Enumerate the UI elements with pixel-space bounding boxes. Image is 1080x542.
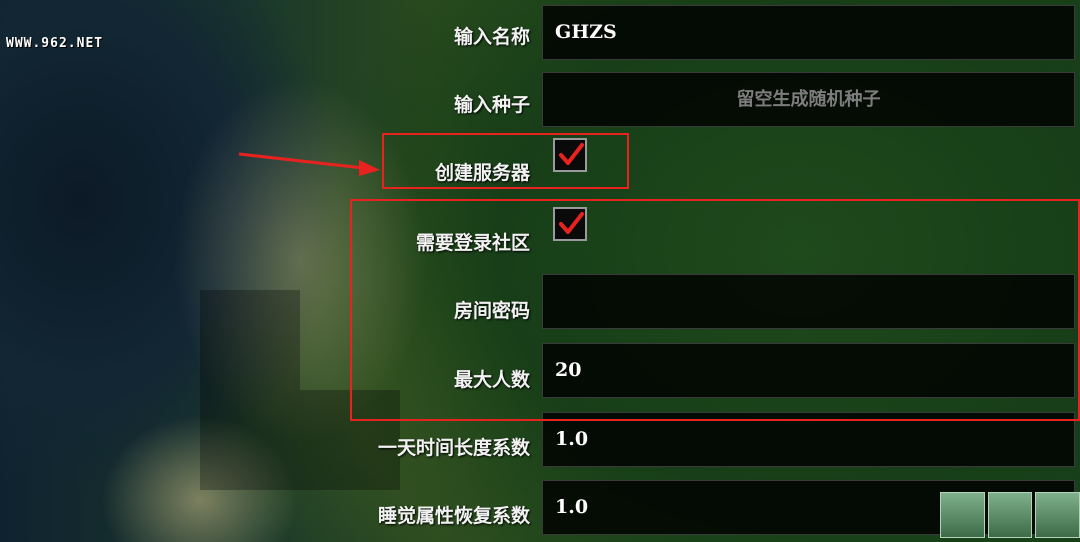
handle-segment: [1035, 492, 1080, 538]
sleep-recovery-label: 睡觉属性恢复系数: [377, 505, 530, 527]
handle-segment: [987, 492, 1033, 538]
name-input[interactable]: GHZS: [542, 5, 1075, 60]
highlight-box-server-options: [350, 199, 1080, 421]
name-label: 输入名称: [453, 26, 530, 48]
seed-label: 输入种子: [453, 94, 530, 116]
seed-input[interactable]: 留空生成随机种子: [542, 72, 1075, 127]
map-tile-shadow: [200, 290, 300, 390]
watermark: WWW.962.NET: [6, 36, 104, 51]
arrow-icon: [238, 152, 380, 176]
highlight-box-create-server: [382, 133, 629, 189]
scroll-handle[interactable]: [940, 492, 1080, 538]
day-length-label: 一天时间长度系数: [377, 437, 530, 459]
handle-segment: [940, 492, 985, 538]
